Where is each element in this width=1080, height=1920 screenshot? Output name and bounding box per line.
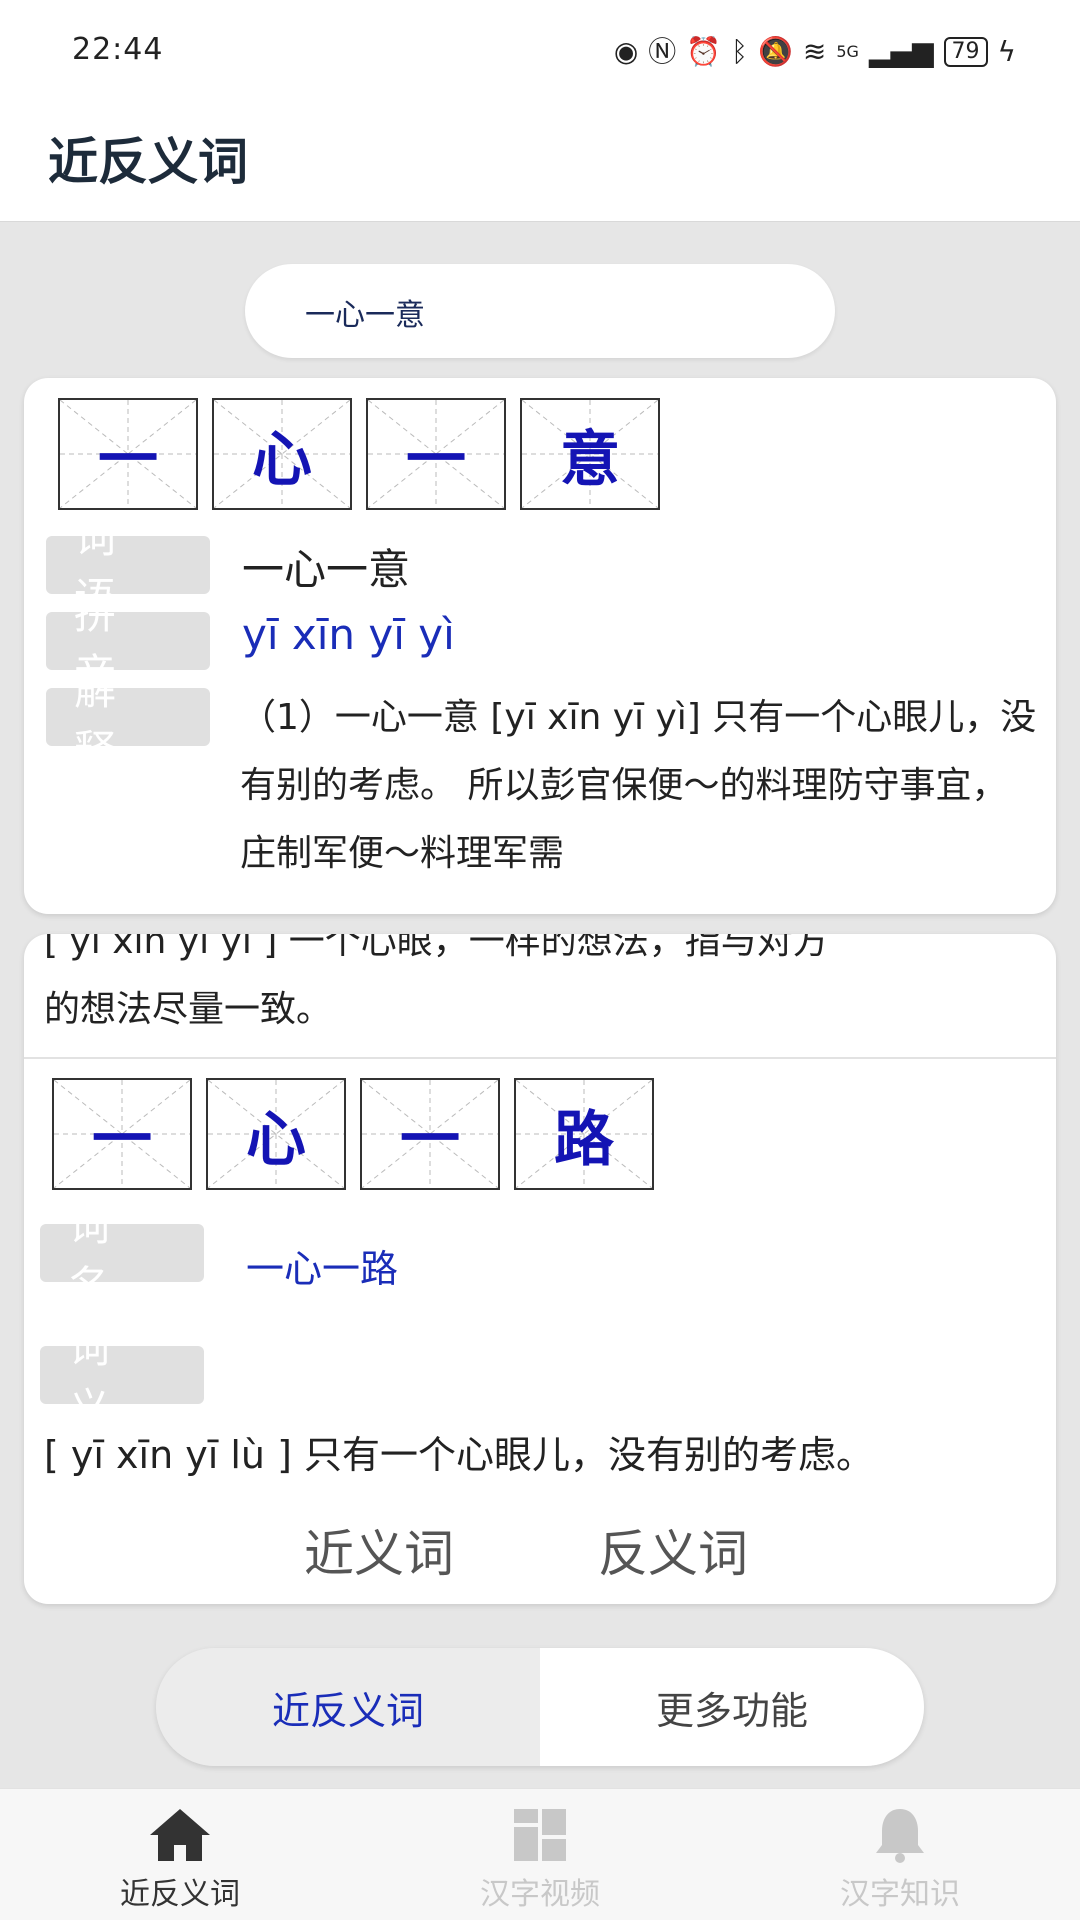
char-glyph: 意 xyxy=(560,424,620,495)
char-cell: 路 xyxy=(514,1078,654,1190)
segment-more-features[interactable]: 更多功能 xyxy=(540,1648,924,1766)
nfc-icon: Ⓝ xyxy=(648,35,677,68)
wifi-icon: ≋ xyxy=(802,35,827,68)
bottom-nav: 近反义词 汉字视频 汉字知识 xyxy=(0,1788,1080,1920)
word-value: 一心一意 xyxy=(242,545,411,594)
status-icons: ◉ Ⓝ ⏰ ᛒ 🔕 ≋ 5G ▂▄▆ 79 ϟ xyxy=(614,34,1016,70)
synonym-button[interactable]: 近义词 xyxy=(304,1514,454,1586)
segment-control: 近反义词 更多功能 xyxy=(156,1648,924,1766)
search-input[interactable]: 一心一意 xyxy=(245,264,835,358)
antonym-button[interactable]: 反义词 xyxy=(598,1514,748,1586)
bluetooth-icon: ᛒ xyxy=(731,35,748,68)
char-cell: 一 xyxy=(52,1078,192,1190)
alarm-icon: ⏰ xyxy=(686,35,722,68)
app-header: 近反义词 xyxy=(0,104,1080,222)
char-glyph: 路 xyxy=(554,1104,614,1175)
char-cell: 心 xyxy=(212,398,352,510)
status-time: 22:44 xyxy=(72,32,164,67)
char-grid: 一 心 一 意 xyxy=(58,398,660,510)
nav-label: 汉字视频 xyxy=(480,1877,600,1912)
bell-icon xyxy=(876,1809,924,1863)
char-cell: 心 xyxy=(206,1078,346,1190)
name-value: 一心一路 xyxy=(246,1247,399,1291)
result-tail-text: 的想法尽量一致。 xyxy=(44,989,333,1030)
segment-synonyms[interactable]: 近反义词 xyxy=(156,1648,540,1766)
nav-label: 近反义词 xyxy=(120,1877,240,1912)
result-clipped-line: [ yī xīn yī yì ] 一个心眼，一样的想法，指与对方 xyxy=(44,934,829,962)
char-glyph: 一 xyxy=(400,1104,460,1175)
grid-icon xyxy=(514,1809,566,1861)
search-value: 一心一意 xyxy=(305,298,425,333)
explain-tag: 解释 xyxy=(46,665,210,775)
explanation-text: （1）一心一意 [yī xīn yī yì] 只有一个心眼儿，没有别的考虑。 所… xyxy=(240,697,1037,874)
char-cell: 一 xyxy=(58,398,198,510)
network-label: 5G xyxy=(836,42,859,61)
result-text: [ yī xīn yī yì ] 一个心眼，一样的想法，指与对方 的想法尽量一致… xyxy=(44,934,1044,1044)
word-detail-card: 一 心 一 意 词语 一心一意 拼音 yī xīn yī yì 解释 （1）一心… xyxy=(24,378,1056,914)
nav-label: 汉字知识 xyxy=(840,1877,960,1912)
battery-icon: 79 xyxy=(943,37,988,67)
divider xyxy=(24,1057,1056,1059)
char-cell: 一 xyxy=(366,398,506,510)
eye-icon: ◉ xyxy=(613,35,639,68)
name-tag: 词名 xyxy=(40,1201,204,1311)
mute-icon: 🔕 xyxy=(757,35,793,68)
nav-item-videos[interactable]: 汉字视频 xyxy=(360,1789,720,1920)
meaning-tag: 词义 xyxy=(40,1323,204,1433)
nav-item-synonyms[interactable]: 近反义词 xyxy=(0,1789,360,1920)
char-grid: 一 心 一 路 xyxy=(52,1078,654,1190)
nav-item-knowledge[interactable]: 汉字知识 xyxy=(720,1789,1080,1920)
pinyin-value: yī xīn yī yì xyxy=(242,610,455,659)
char-glyph: 一 xyxy=(92,1104,152,1175)
char-glyph: 一 xyxy=(406,424,466,495)
definition-text: [ yī xīn yī lù ] 只有一个心眼儿，没有别的考虑。 xyxy=(44,1433,874,1477)
signal-icon: ▂▄▆ xyxy=(868,35,934,68)
home-icon xyxy=(150,1809,210,1861)
char-cell: 一 xyxy=(360,1078,500,1190)
char-glyph: 心 xyxy=(246,1104,306,1175)
result-card: [ yī xīn yī yì ] 一个心眼，一样的想法，指与对方 的想法尽量一致… xyxy=(24,934,1056,1604)
char-cell: 意 xyxy=(520,398,660,510)
page-title: 近反义词 xyxy=(48,133,248,191)
charging-icon: ϟ xyxy=(997,35,1016,68)
char-glyph: 一 xyxy=(98,424,158,495)
char-glyph: 心 xyxy=(252,424,312,495)
status-bar: 22:44 ◉ Ⓝ ⏰ ᛒ 🔕 ≋ 5G ▂▄▆ 79 ϟ xyxy=(0,0,1080,104)
